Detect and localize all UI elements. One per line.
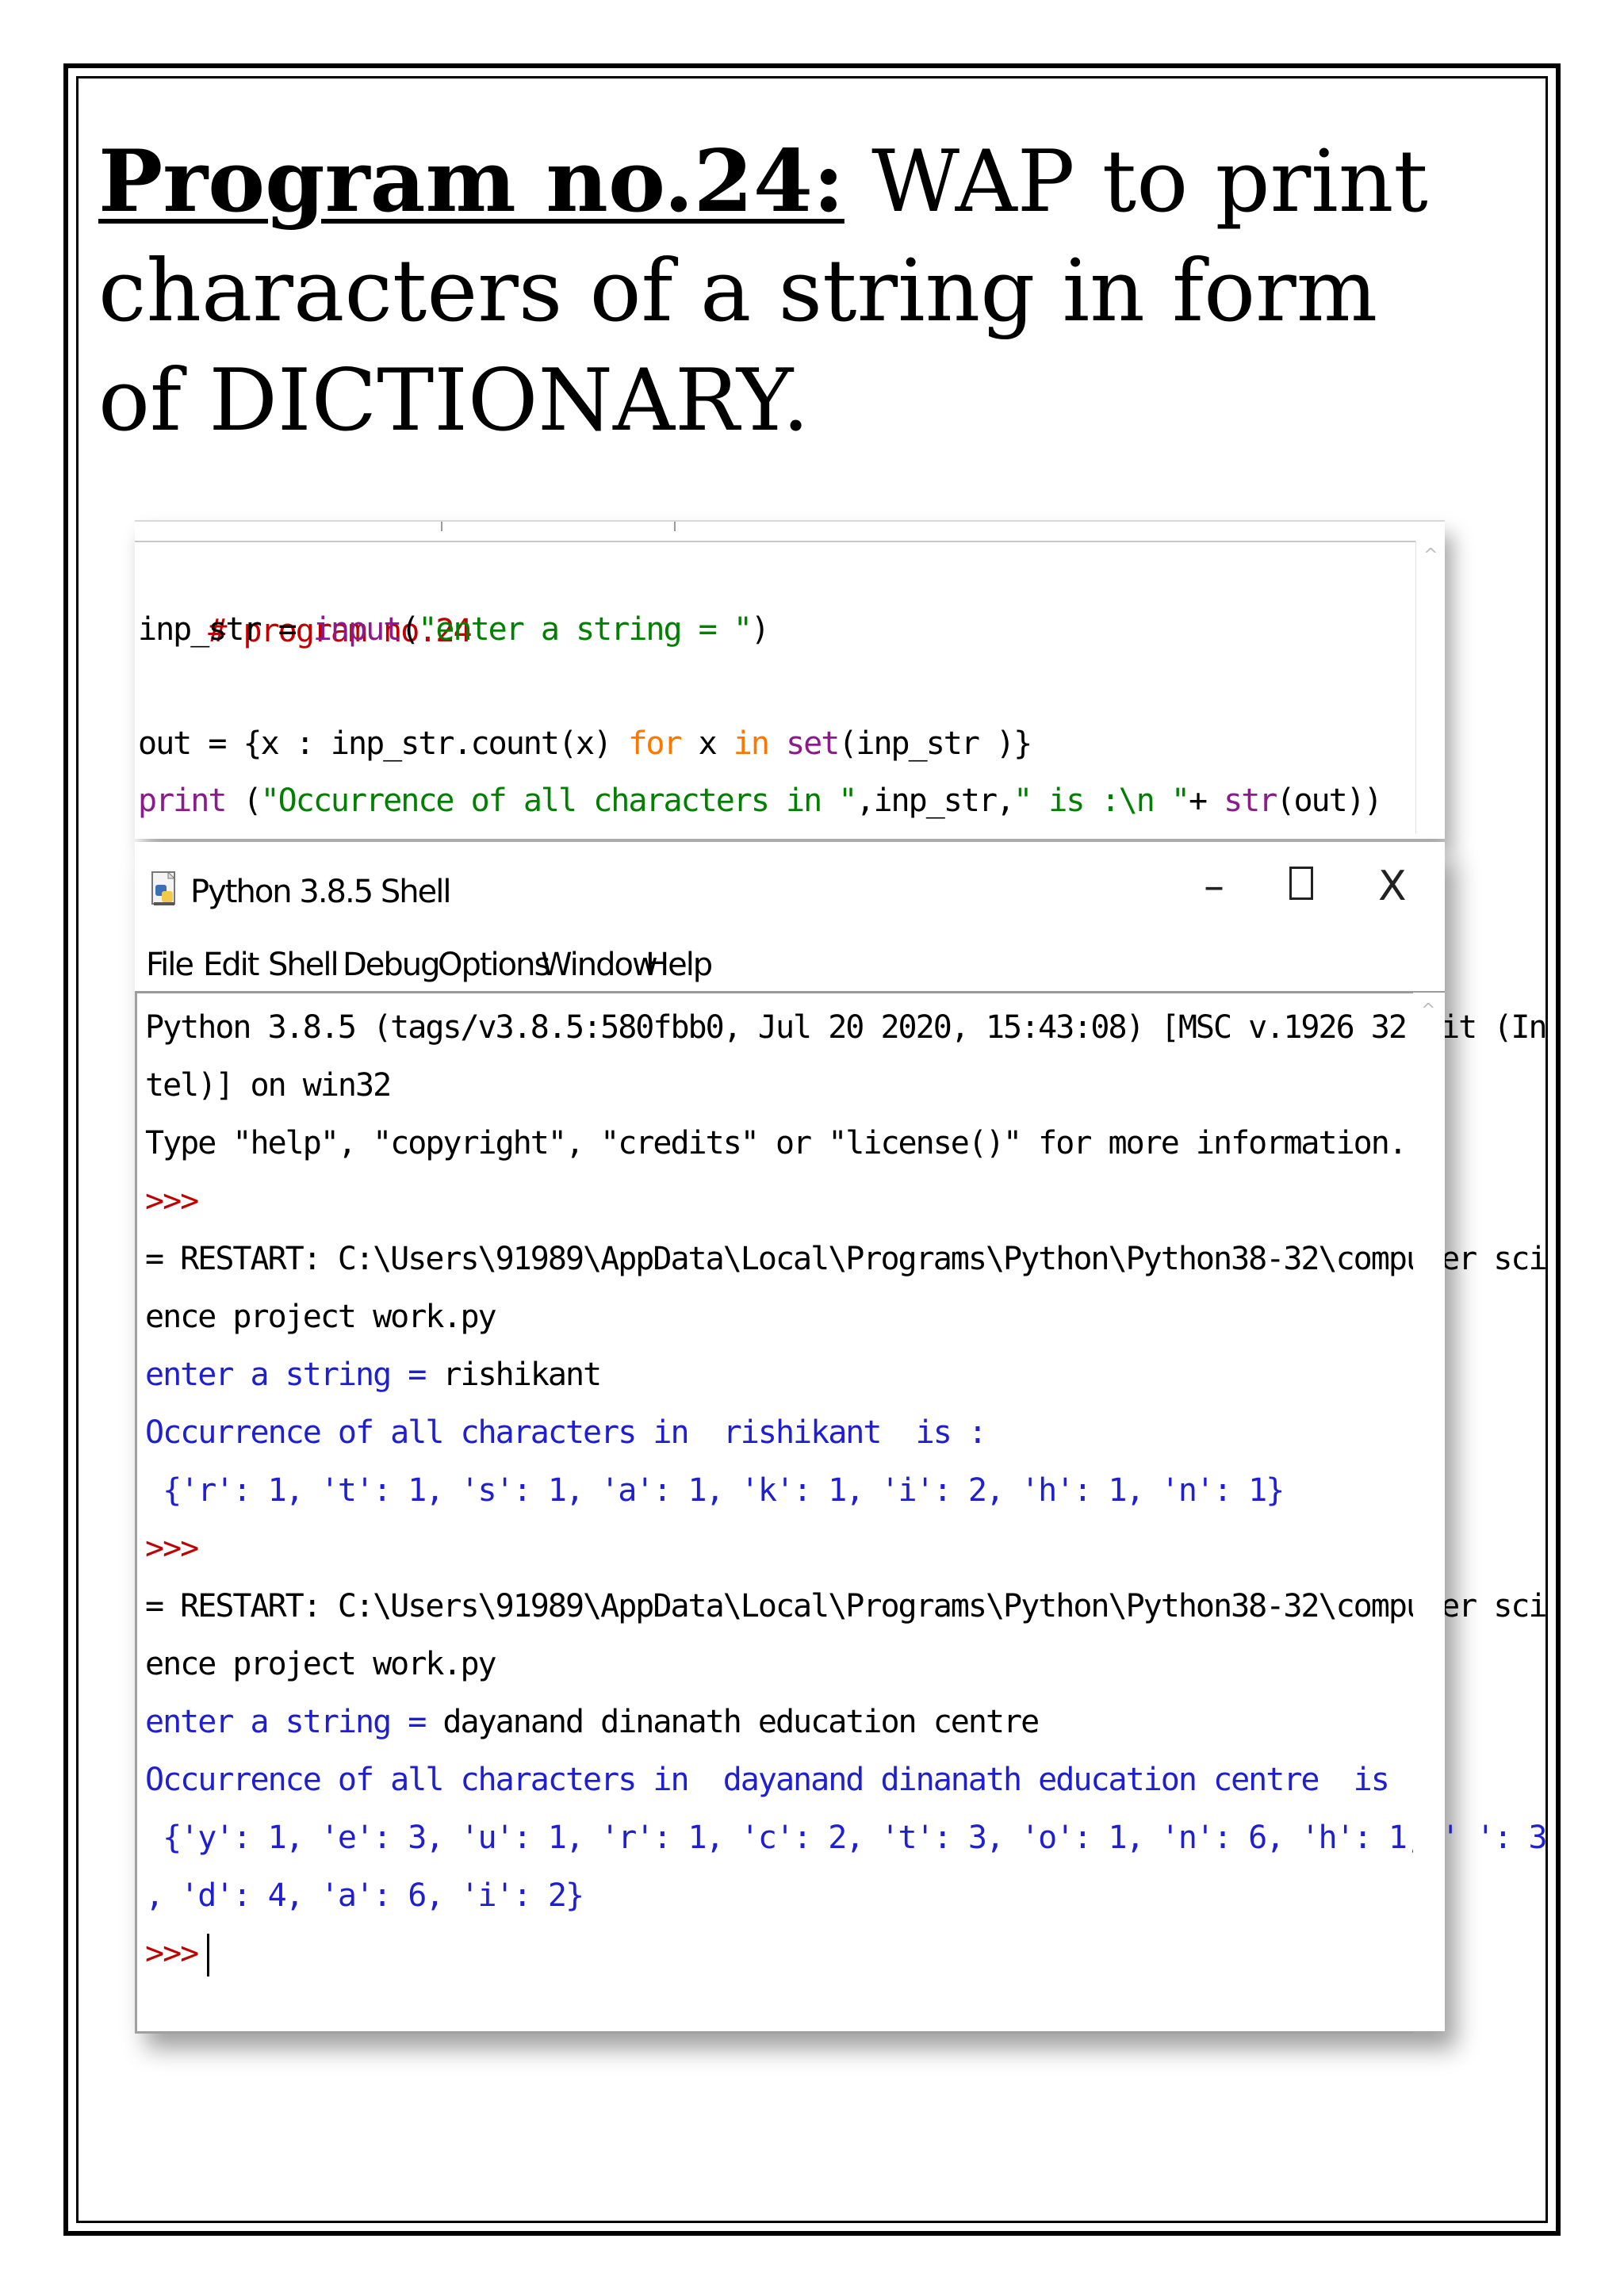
shell-line: Python 3.8.5 (tags/v3.8.5:580fbb0, Jul 2… bbox=[145, 1009, 1548, 1046]
code-string: "enter a string = " bbox=[418, 611, 753, 648]
editor-divider bbox=[135, 541, 1416, 542]
code-builtin: input bbox=[312, 611, 402, 648]
user-input: dayanand dinanath education centre bbox=[442, 1704, 1040, 1740]
shell-line: enter a string = dayanand dinanath educa… bbox=[145, 1693, 1040, 1751]
code-line-5: print ("Occurrence of all characters in … bbox=[138, 772, 1383, 829]
shell-scrollbar[interactable]: ^ bbox=[1413, 993, 1445, 2031]
code-builtin: set bbox=[786, 725, 840, 762]
shell-prompt: >>> bbox=[145, 1935, 199, 1972]
shell-line: tel)] on win32 bbox=[145, 1067, 392, 1104]
program-number: Program no.24: bbox=[98, 132, 845, 232]
maximize-icon bbox=[1289, 867, 1313, 900]
shell-output[interactable]: Python 3.8.5 (tags/v3.8.5:580fbb0, Jul 2… bbox=[135, 993, 1548, 2034]
code-text: (out)) bbox=[1276, 783, 1382, 819]
tab-divider bbox=[441, 522, 442, 531]
stdout-text: enter a string = bbox=[145, 1704, 443, 1740]
shell-input-line[interactable]: >>> bbox=[145, 1925, 210, 1982]
code-text: inp_str = bbox=[138, 611, 313, 648]
code-text: out = {x : inp_str.count(x) bbox=[138, 725, 629, 762]
code-text: (inp_str )} bbox=[838, 725, 1032, 762]
code-builtin: print bbox=[138, 783, 227, 819]
stdout-line: Occurrence of all characters in rishikan… bbox=[145, 1414, 987, 1451]
code-string: " is :\n " bbox=[1013, 783, 1190, 819]
menu-file[interactable]: File bbox=[146, 947, 194, 983]
menu-help[interactable]: Help bbox=[645, 947, 713, 983]
menu-window[interactable]: Window bbox=[541, 947, 658, 983]
shell-line: ence project work.py bbox=[145, 1299, 497, 1335]
tab-divider bbox=[674, 522, 676, 531]
menu-edit[interactable]: Edit bbox=[203, 947, 259, 983]
stdout-line: Occurrence of all characters in dayanand… bbox=[145, 1762, 1425, 1798]
close-button[interactable]: X bbox=[1378, 863, 1407, 910]
code-string: "Occurrence of all characters in " bbox=[260, 783, 858, 819]
code-text: ( bbox=[225, 783, 262, 819]
stdout-line: {'r': 1, 't': 1, 's': 1, 'a': 1, 'k': 1,… bbox=[145, 1472, 1285, 1509]
page-heading: Program no.24: WAP to print characters o… bbox=[98, 127, 1462, 456]
stdout-line: , 'd': 4, 'a': 6, 'i': 2} bbox=[145, 1877, 584, 1914]
python-icon bbox=[151, 871, 176, 905]
code-line-2: inp_str = input("enter a string = ") bbox=[138, 601, 770, 658]
code-text: ,inp_str, bbox=[856, 783, 1015, 819]
shell-line: = RESTART: C:\Users\91989\AppData\Local\… bbox=[145, 1588, 1548, 1624]
minimize-button[interactable]: – bbox=[1204, 863, 1224, 910]
shell-line: Type "help", "copyright", "credits" or "… bbox=[145, 1125, 1408, 1161]
stdout-line: {'y': 1, 'e': 3, 'u': 1, 'r': 1, 'c': 2,… bbox=[145, 1820, 1547, 1856]
shell-line: enter a string = rishikant bbox=[145, 1346, 602, 1403]
shell-prompt: >>> bbox=[145, 1530, 199, 1567]
code-line-4: out = {x : inp_str.count(x) for x in set… bbox=[138, 715, 1032, 772]
shell-prompt: >>> bbox=[145, 1183, 199, 1219]
shell-line: = RESTART: C:\Users\91989\AppData\Local\… bbox=[145, 1241, 1548, 1277]
user-input: rishikant bbox=[442, 1357, 602, 1393]
code-keyword: for bbox=[628, 725, 682, 762]
menu-debug[interactable]: Debug bbox=[343, 947, 441, 983]
maximize-button[interactable] bbox=[1289, 863, 1313, 910]
code-text: x bbox=[680, 725, 733, 762]
code-builtin: str bbox=[1224, 783, 1277, 819]
window-title: Python 3.8.5 Shell bbox=[190, 874, 451, 910]
editor-scrollbar[interactable]: ^ bbox=[1415, 541, 1445, 834]
scroll-up-icon[interactable]: ^ bbox=[1423, 545, 1438, 565]
menu-shell[interactable]: Shell bbox=[268, 947, 339, 983]
title-bar[interactable]: Python 3.8.5 Shell – X bbox=[135, 842, 1445, 937]
code-text: ( bbox=[400, 611, 419, 648]
text-cursor bbox=[207, 1934, 210, 1976]
shell-line: ence project work.py bbox=[145, 1646, 497, 1682]
code-editor[interactable]: ^ # program no.24 inp_str = input("enter… bbox=[135, 520, 1445, 839]
menu-bar: File Edit Shell Debug Options Window Hel… bbox=[135, 937, 1445, 993]
stdout-text: enter a string = bbox=[145, 1357, 443, 1393]
python-shell-window: Python 3.8.5 Shell – X File Edit Shell D… bbox=[135, 842, 1548, 2034]
code-keyword: in bbox=[733, 725, 770, 762]
code-text: + bbox=[1188, 783, 1224, 819]
scroll-up-icon[interactable]: ^ bbox=[1421, 1001, 1435, 1020]
menu-options[interactable]: Options bbox=[438, 947, 550, 983]
code-text: ) bbox=[750, 611, 770, 648]
